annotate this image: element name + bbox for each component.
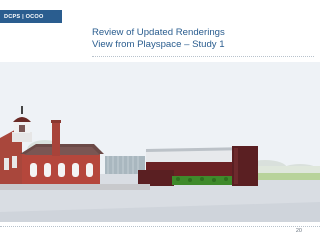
slide-title-line-2: View from Playspace – Study 1 [92, 39, 225, 50]
slide-title: Review of Updated Renderings View from P… [92, 27, 312, 51]
low-wall [0, 184, 150, 190]
slide: DCPS | OCOO Review of Updated Renderings… [0, 0, 320, 240]
slide-title-line-1: Review of Updated Renderings [92, 27, 225, 38]
architectural-rendering [0, 62, 320, 222]
brand-bar: DCPS | OCOO [0, 10, 62, 23]
brand-label: DCPS | OCOO [4, 13, 44, 20]
page-number: 20 [295, 228, 302, 234]
rendering-image [0, 62, 320, 222]
title-divider [92, 56, 314, 57]
footer-divider [0, 226, 320, 227]
